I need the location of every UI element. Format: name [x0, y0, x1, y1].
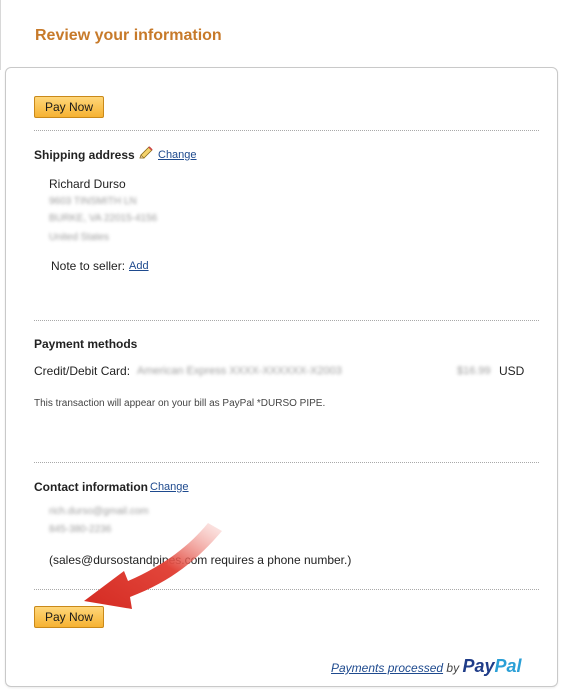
pencil-icon [139, 146, 153, 159]
payments-processed-link[interactable]: Payments processed [331, 661, 443, 675]
address-city: BURKE, VA 22015-4156 [49, 213, 158, 224]
contact-information-title: Contact information [34, 480, 148, 494]
by-label: by [446, 661, 460, 675]
shipping-change-link[interactable]: Change [158, 149, 197, 161]
paypal-footer: Payments processed by PayPal [331, 656, 522, 677]
note-add-link[interactable]: Add [129, 260, 149, 272]
page-header: Review your information [0, 0, 563, 70]
page-title: Review your information [35, 27, 222, 44]
address-street: 9603 TINSMITH LN [49, 196, 137, 207]
divider [34, 462, 539, 463]
paypal-logo: PayPal [462, 656, 522, 676]
divider [34, 130, 539, 131]
bill-note: This transaction will appear on your bil… [34, 398, 326, 409]
card-label: Credit/Debit Card: [34, 364, 131, 378]
note-to-seller-label: Note to seller: [51, 259, 126, 273]
card-number: American Express XXXX-XXXXXX-X2003 [137, 365, 342, 377]
divider [34, 320, 539, 321]
address-country: United States [49, 232, 110, 243]
recipient-name: Richard Durso [49, 177, 126, 191]
payment-currency: USD [499, 364, 525, 378]
pay-now-button-top[interactable]: Pay Now [34, 96, 105, 118]
shipping-address-title: Shipping address [34, 148, 135, 162]
payment-amount: $16.99 [457, 365, 491, 377]
red-arrow-icon [84, 523, 222, 609]
contact-change-link[interactable]: Change [150, 481, 189, 493]
payment-methods-title: Payment methods [34, 337, 138, 351]
